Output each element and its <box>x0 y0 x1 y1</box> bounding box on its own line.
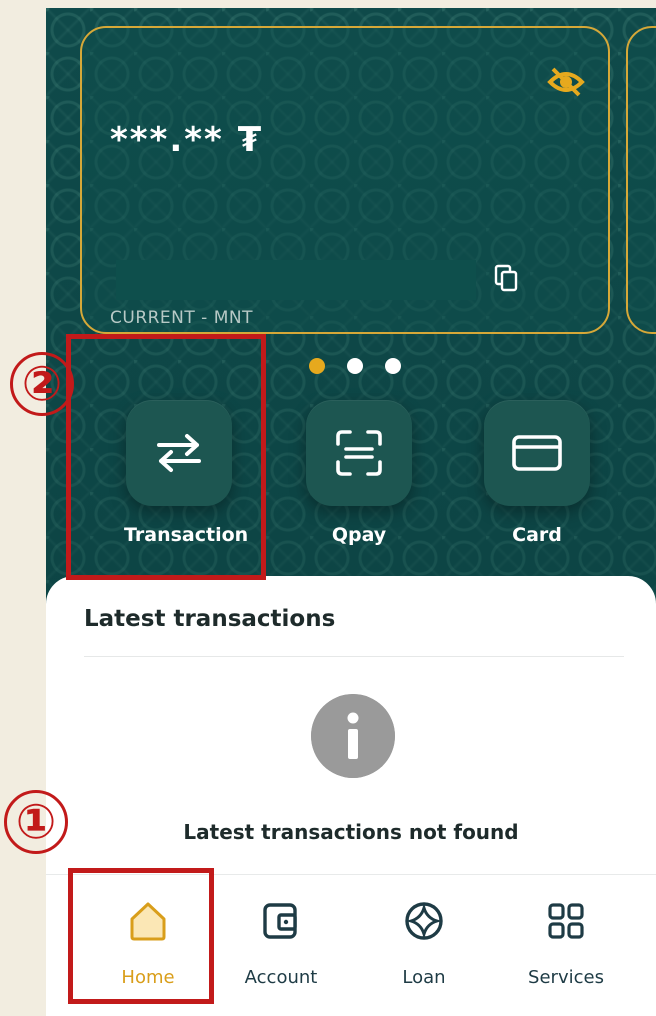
divider <box>84 656 624 657</box>
qpay-button[interactable] <box>306 400 412 506</box>
carousel-indicator <box>309 358 401 374</box>
account-card[interactable]: ***.** ₮ CURRENT - MNT <box>80 26 610 334</box>
section-title: Latest transactions <box>84 606 336 632</box>
copy-icon[interactable] <box>494 264 520 292</box>
quick-action-card[interactable]: Card <box>482 400 592 546</box>
quick-action-qpay[interactable]: Qpay <box>304 400 414 546</box>
eye-off-icon[interactable] <box>546 62 586 102</box>
balance-amount: ***.** ₮ <box>110 120 264 160</box>
account-number-masked <box>116 260 476 300</box>
nav-label: Account <box>244 967 318 988</box>
nav-item-loan[interactable]: Loan <box>354 899 494 988</box>
nav-label: Services <box>528 967 604 988</box>
info-icon <box>311 694 395 778</box>
empty-state-message: Latest transactions not found <box>183 820 519 844</box>
nav-label: Loan <box>402 967 446 988</box>
scan-qr-icon <box>336 430 382 476</box>
step-1-marker: ① <box>4 790 68 854</box>
step-2-marker: ② <box>10 352 74 416</box>
grid-icon <box>548 903 584 939</box>
loan-icon <box>405 902 443 940</box>
highlight-home <box>68 868 214 1004</box>
quick-action-label: Card <box>512 524 562 546</box>
carousel-dot[interactable] <box>385 358 401 374</box>
card-icon <box>512 435 562 471</box>
quick-action-label: Qpay <box>331 524 387 546</box>
carousel-dot[interactable] <box>309 358 325 374</box>
nav-item-account[interactable]: Account <box>211 899 351 988</box>
card-button[interactable] <box>484 400 590 506</box>
carousel-dot[interactable] <box>347 358 363 374</box>
next-account-card[interactable] <box>626 26 656 334</box>
account-type: CURRENT - MNT <box>110 308 253 328</box>
latest-transactions-panel: Latest transactions Latest transactions … <box>46 576 656 876</box>
highlight-transaction <box>66 334 266 580</box>
nav-item-services[interactable]: Services <box>496 899 636 988</box>
wallet-icon <box>263 903 297 939</box>
